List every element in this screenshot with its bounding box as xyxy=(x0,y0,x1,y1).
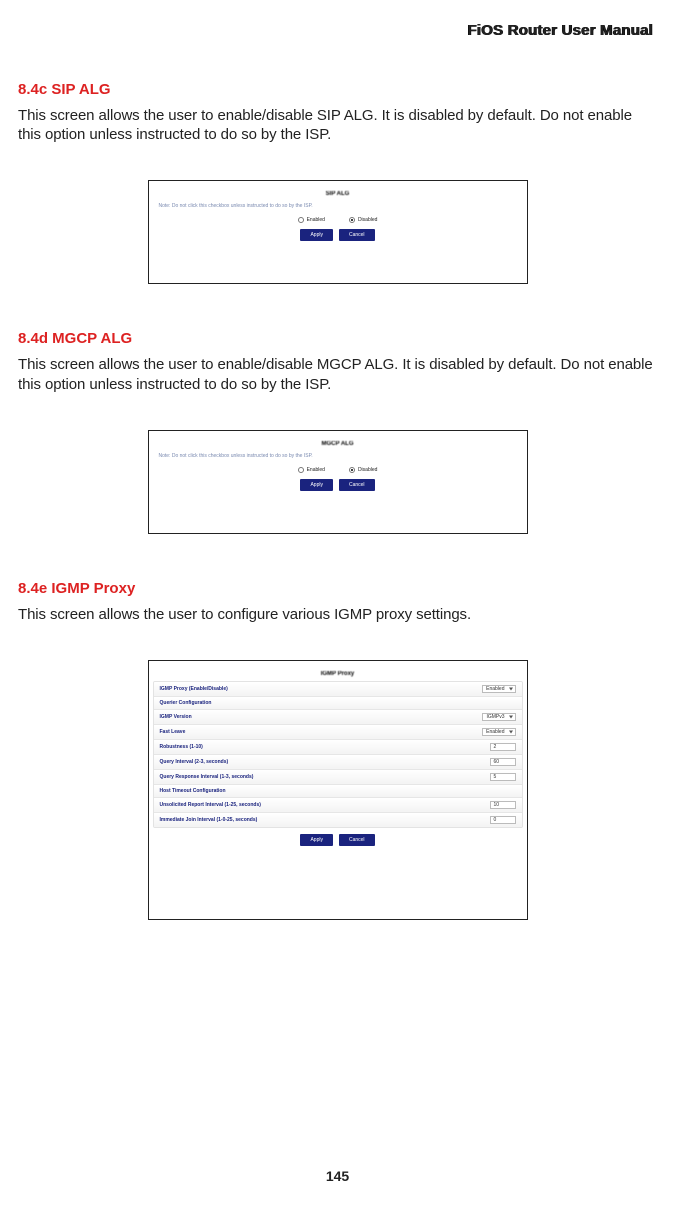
panel-title: IGMP Proxy xyxy=(153,671,523,677)
igmp-row: Query Response Interval (1-3, seconds) 5 xyxy=(154,770,522,785)
section-heading-sip: 8.4c SIP ALG xyxy=(18,81,657,98)
radio-enabled[interactable]: Enabled xyxy=(298,467,325,473)
radio-group: Enabled Disabled xyxy=(153,467,523,473)
sip-alg-panel: SIP ALG Note: Do not click this checkbox… xyxy=(148,180,528,284)
radio-label: Disabled xyxy=(358,467,377,473)
radio-disabled[interactable]: Disabled xyxy=(349,467,377,473)
text-input[interactable]: 2 xyxy=(490,743,516,751)
text-input[interactable]: 60 xyxy=(490,758,516,766)
apply-button[interactable]: Apply xyxy=(300,479,333,491)
radio-disabled[interactable]: Disabled xyxy=(349,217,377,223)
igmp-row: IGMP Proxy (Enable/Disable) Enabled xyxy=(154,682,522,697)
igmp-row-label: Querier Configuration xyxy=(160,700,212,706)
cancel-button[interactable]: Cancel xyxy=(339,834,375,846)
igmp-row-label: IGMP Version xyxy=(160,714,192,720)
panel-title: SIP ALG xyxy=(153,191,523,197)
apply-button[interactable]: Apply xyxy=(300,229,333,241)
dropdown[interactable]: Enabled xyxy=(482,728,515,736)
igmp-row-label: Fast Leave xyxy=(160,729,186,735)
text-input[interactable]: 0 xyxy=(490,816,516,824)
apply-button[interactable]: Apply xyxy=(300,834,333,846)
dropdown[interactable]: Enabled xyxy=(482,685,515,693)
cancel-button[interactable]: Cancel xyxy=(339,479,375,491)
text-input[interactable]: 10 xyxy=(490,801,516,809)
igmp-row-label: Immediate Join Interval (1-0-25, seconds… xyxy=(160,817,258,823)
igmp-row-label: Robustness (1-10) xyxy=(160,744,203,750)
igmp-rows: IGMP Proxy (Enable/Disable) Enabled Querie… xyxy=(153,681,523,828)
section-heading-igmp: 8.4e IGMP Proxy xyxy=(18,580,657,597)
igmp-row-label: Query Interval (2-3, seconds) xyxy=(160,759,229,765)
radio-icon xyxy=(298,467,304,473)
brand-header: FiOS Router User Manual xyxy=(18,22,653,39)
radio-label: Enabled xyxy=(307,467,325,473)
igmp-row-label: Query Response Interval (1-3, seconds) xyxy=(160,774,254,780)
section-body-sip: This screen allows the user to enable/di… xyxy=(18,106,657,144)
igmp-row: Fast Leave Enabled xyxy=(154,725,522,740)
igmp-proxy-panel: IGMP Proxy IGMP Proxy (Enable/Disable) En… xyxy=(148,660,528,920)
radio-label: Disabled xyxy=(358,217,377,223)
panel-title: MGCP ALG xyxy=(153,441,523,447)
radio-label: Enabled xyxy=(307,217,325,223)
igmp-row: Querier Configuration xyxy=(154,697,522,710)
igmp-row-label: Unsolicited Report Interval (1-25, secon… xyxy=(160,802,261,808)
igmp-row: Host Timeout Configuration xyxy=(154,785,522,798)
section-body-mgcp: This screen allows the user to enable/di… xyxy=(18,355,657,393)
button-row: Apply Cancel xyxy=(153,834,523,846)
igmp-row-label: IGMP Proxy (Enable/Disable) xyxy=(160,686,228,692)
igmp-row-label: Host Timeout Configuration xyxy=(160,788,226,794)
igmp-row: Query Interval (2-3, seconds) 60 xyxy=(154,755,522,770)
page-number: 145 xyxy=(0,1168,675,1184)
section-body-igmp: This screen allows the user to configure… xyxy=(18,605,657,624)
button-row: Apply Cancel xyxy=(153,479,523,491)
button-row: Apply Cancel xyxy=(153,229,523,241)
igmp-row: Robustness (1-10) 2 xyxy=(154,740,522,755)
radio-icon xyxy=(298,217,304,223)
igmp-row: Unsolicited Report Interval (1-25, secon… xyxy=(154,798,522,813)
igmp-row: IGMP Version IGMPv3 xyxy=(154,710,522,725)
radio-enabled[interactable]: Enabled xyxy=(298,217,325,223)
dropdown[interactable]: IGMPv3 xyxy=(482,713,515,721)
radio-icon xyxy=(349,467,355,473)
radio-icon xyxy=(349,217,355,223)
text-input[interactable]: 5 xyxy=(490,773,516,781)
mgcp-alg-panel: MGCP ALG Note: Do not click this checkbo… xyxy=(148,430,528,534)
igmp-row: Immediate Join Interval (1-0-25, seconds… xyxy=(154,813,522,827)
radio-group: Enabled Disabled xyxy=(153,217,523,223)
cancel-button[interactable]: Cancel xyxy=(339,229,375,241)
panel-note: Note: Do not click this checkbox unless … xyxy=(153,451,523,461)
panel-note: Note: Do not click this checkbox unless … xyxy=(153,201,523,211)
section-heading-mgcp: 8.4d MGCP ALG xyxy=(18,330,657,347)
